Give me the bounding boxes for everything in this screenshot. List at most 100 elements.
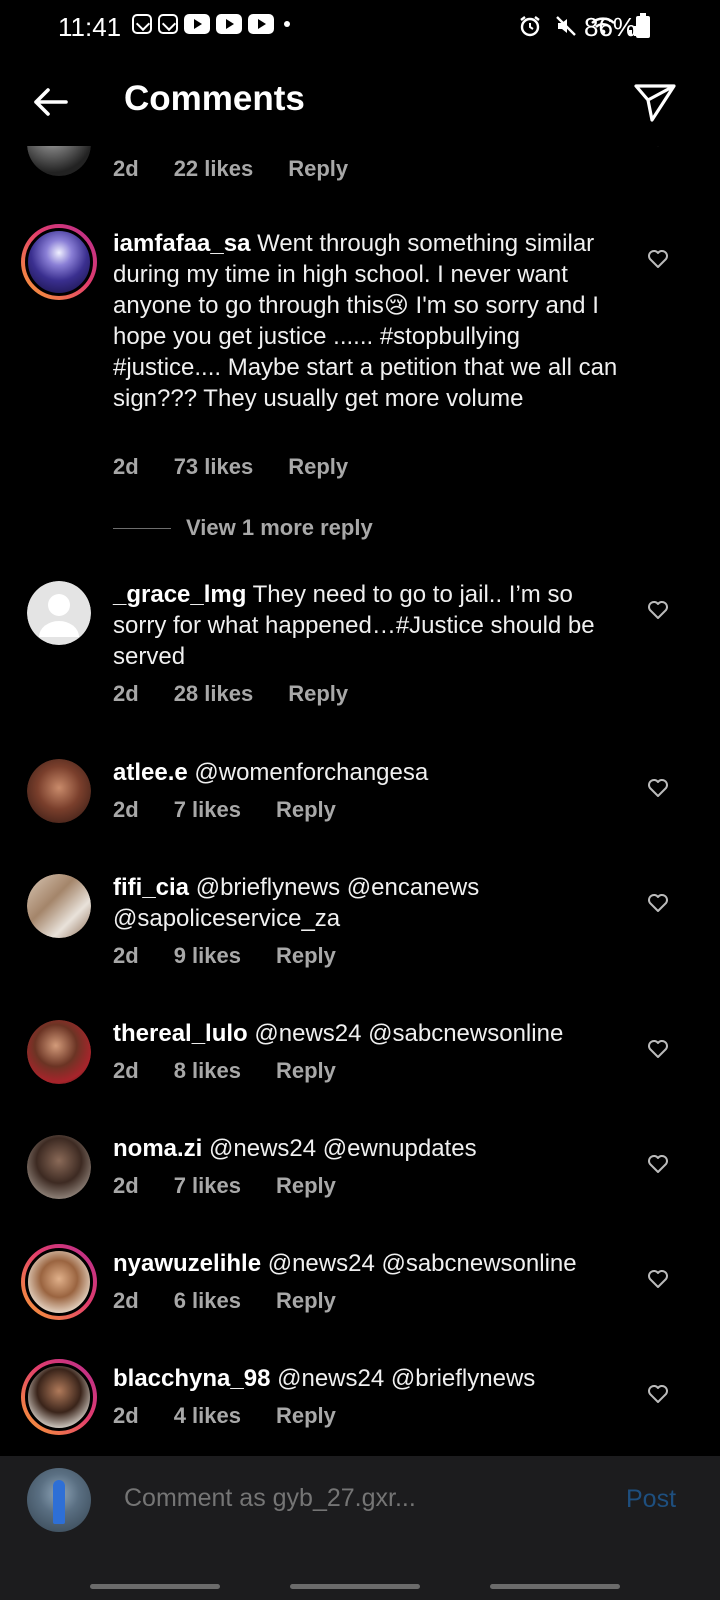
comment-text: @news24 @sabcnewsonline <box>254 1020 564 1047</box>
comment-likes[interactable]: 4 likes <box>174 1403 241 1429</box>
comment-username[interactable]: blacchyna_98 <box>113 1365 270 1392</box>
page-title: Comments <box>124 79 305 118</box>
download-icon <box>158 14 178 34</box>
comment-likes[interactable]: 7 likes <box>174 1173 241 1199</box>
nav-home-bar[interactable] <box>290 1584 420 1589</box>
status-time: 11:41 <box>58 12 122 42</box>
avatar[interactable] <box>27 874 91 938</box>
comment-text: Went through something similar during my… <box>113 230 618 412</box>
notification-icons <box>132 14 290 34</box>
comment-likes[interactable]: 73 likes <box>174 454 254 480</box>
comment-text: @womenforchangesa <box>194 759 429 786</box>
reply-button[interactable]: Reply <box>288 454 348 480</box>
comment-time: 2d <box>113 1403 139 1428</box>
avatar[interactable] <box>27 1135 91 1199</box>
comment-username[interactable]: nyawuzelihle <box>113 1250 261 1277</box>
comment-meta: 2d 9 likes Reply <box>113 943 371 969</box>
reply-button[interactable]: Reply <box>276 943 336 969</box>
comment-username[interactable]: thereal_lulo <box>113 1020 248 1047</box>
comment-meta: 2d 73 likes Reply <box>113 454 383 480</box>
comment-likes[interactable]: 9 likes <box>174 943 241 969</box>
avatar[interactable] <box>21 1359 97 1435</box>
comment-username[interactable]: _grace_lmg <box>113 581 246 608</box>
view-more-replies[interactable]: View 1 more reply <box>113 515 373 541</box>
comment-username[interactable]: noma.zi <box>113 1135 202 1162</box>
comment-time: 2d <box>113 1288 139 1313</box>
comment-likes[interactable]: 6 likes <box>174 1288 241 1314</box>
comment-likes[interactable]: 7 likes <box>174 797 241 823</box>
heart-icon[interactable] <box>646 775 670 799</box>
reply-button[interactable]: Reply <box>276 797 336 823</box>
post-button[interactable]: Post <box>626 1485 676 1514</box>
heart-icon[interactable] <box>646 597 670 621</box>
heart-icon[interactable] <box>646 1266 670 1290</box>
comment-username[interactable]: iamfafaa_sa <box>113 230 250 257</box>
back-arrow-icon[interactable] <box>28 80 72 124</box>
default-avatar-icon <box>39 594 79 637</box>
comment-meta: 2d 28 likes Reply <box>113 681 383 707</box>
comment-username[interactable]: atlee.e <box>113 759 188 786</box>
comment-meta: 2d 6 likes Reply <box>113 1288 371 1314</box>
send-icon[interactable] <box>630 76 680 126</box>
avatar[interactable] <box>27 581 91 645</box>
reply-button[interactable]: Reply <box>276 1288 336 1314</box>
comment-meta: 2d 22 likes Reply <box>113 156 383 182</box>
reply-button[interactable]: Reply <box>288 681 348 707</box>
avatar[interactable] <box>27 1020 91 1084</box>
comment-likes[interactable]: 28 likes <box>174 681 254 707</box>
battery-percent: 86% <box>584 12 637 42</box>
more-notifications-dot <box>284 21 290 27</box>
comment-time: 2d <box>113 1173 139 1198</box>
avatar[interactable] <box>21 224 97 300</box>
comment-meta: 2d 7 likes Reply <box>113 1173 371 1199</box>
comment-meta: 2d 7 likes Reply <box>113 797 371 823</box>
comment-time: 2d <box>113 156 139 181</box>
alarm-icon <box>520 16 540 37</box>
reply-button[interactable]: Reply <box>288 156 348 182</box>
mute-icon <box>556 16 576 36</box>
avatar[interactable] <box>27 759 91 823</box>
heart-icon[interactable] <box>646 1381 670 1405</box>
comment-body: noma.zi @news24 @ewnupdates <box>113 1133 623 1164</box>
comment-time: 2d <box>113 797 139 822</box>
comment-list[interactable]: 2d 22 likes Reply iamfafaa_sa Went throu… <box>0 130 720 1455</box>
comment-text: @news24 @sabcnewsonline <box>267 1250 577 1277</box>
status-bar: 11:41 86% <box>0 0 720 56</box>
divider-line <box>113 527 171 529</box>
comment-meta: 2d 8 likes Reply <box>113 1058 371 1084</box>
comment-body: nyawuzelihle @news24 @sabcnewsonline <box>113 1248 623 1279</box>
heart-icon[interactable] <box>646 246 670 270</box>
nav-recents-bar[interactable] <box>90 1584 220 1589</box>
avatar[interactable] <box>21 1244 97 1320</box>
comments-header: Comments <box>0 56 720 146</box>
comment-body: thereal_lulo @news24 @sabcnewsonline <box>113 1018 623 1049</box>
comment-time: 2d <box>113 681 139 706</box>
comment-time: 2d <box>113 454 139 479</box>
comment-text: @news24 @brieflynews <box>277 1365 536 1392</box>
reply-button[interactable]: Reply <box>276 1058 336 1084</box>
comment-body: atlee.e @womenforchangesa <box>113 757 623 788</box>
youtube-icon <box>184 14 210 34</box>
youtube-icon <box>216 14 242 34</box>
nav-back-bar[interactable] <box>490 1584 620 1589</box>
comment-meta: 2d 4 likes Reply <box>113 1403 371 1429</box>
reply-button[interactable]: Reply <box>276 1403 336 1429</box>
comment-likes[interactable]: 8 likes <box>174 1058 241 1084</box>
comment-body: _grace_lmg They need to go to jail.. I’m… <box>113 579 623 672</box>
comment-body: iamfafaa_sa Went through something simil… <box>113 228 623 414</box>
comment-likes[interactable]: 22 likes <box>174 156 254 182</box>
download-icon <box>132 14 152 34</box>
heart-icon[interactable] <box>646 1151 670 1175</box>
comment-username[interactable]: fifi_cia <box>113 874 189 901</box>
reply-button[interactable]: Reply <box>276 1173 336 1199</box>
heart-icon[interactable] <box>646 1036 670 1060</box>
comment-composer: Post <box>0 1456 720 1600</box>
battery-icon <box>636 13 650 38</box>
heart-icon[interactable] <box>646 890 670 914</box>
current-user-avatar <box>27 1468 91 1532</box>
comment-text: @news24 @ewnupdates <box>209 1135 477 1162</box>
comment-body: fifi_cia @brieflynews @encanews @sapolic… <box>113 872 623 934</box>
youtube-icon <box>248 14 274 34</box>
comment-input[interactable] <box>124 1484 594 1513</box>
comment-body: blacchyna_98 @news24 @brieflynews <box>113 1363 623 1394</box>
